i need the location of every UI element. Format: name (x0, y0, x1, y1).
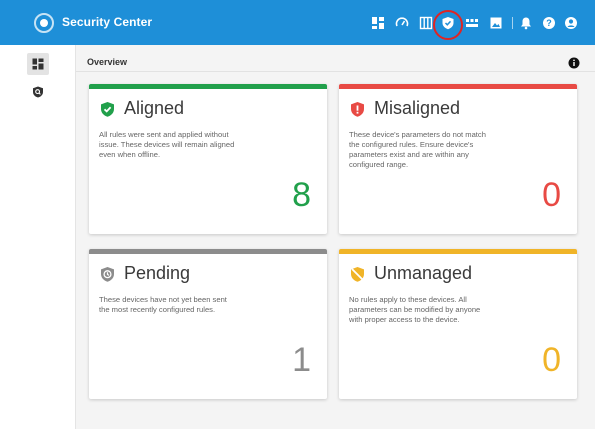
card-title: Misaligned (374, 98, 461, 118)
shield-off-icon (351, 267, 364, 282)
card-status-bar (89, 249, 327, 254)
shield-alert-icon (351, 102, 364, 117)
card-count: 0 (542, 176, 561, 214)
sidebar (0, 45, 76, 429)
card-title: Unmanaged (374, 263, 473, 283)
card-status-bar (339, 84, 577, 89)
gauge-icon[interactable] (394, 15, 410, 31)
card-unmanaged[interactable]: Unmanaged No rules apply to these device… (339, 249, 577, 399)
svg-text:?: ? (546, 18, 552, 28)
top-bar: Security Center ? (0, 0, 595, 45)
devices-icon[interactable] (464, 15, 480, 31)
card-status-bar (89, 84, 327, 89)
card-count: 1 (292, 341, 311, 379)
card-description: These device's parameters do not match t… (349, 130, 486, 169)
card-title: Pending (124, 263, 191, 283)
card-description: These devices have not yet been sent the… (99, 295, 227, 314)
header-divider (76, 71, 595, 72)
shield-clock-icon (101, 267, 114, 282)
toolbar-separator (512, 17, 513, 29)
account-icon[interactable] (563, 15, 579, 31)
shield-check-icon (101, 102, 114, 117)
card-count: 0 (542, 341, 561, 379)
app-window: Security Center ? Overview Aligned All r… (0, 0, 595, 429)
card-description: No rules apply to these devices. All par… (349, 295, 481, 324)
card-count: 8 (292, 176, 311, 214)
card-aligned[interactable]: Aligned All rules were sent and applied … (89, 84, 327, 234)
logo-icon (34, 13, 54, 33)
shield-icon[interactable] (440, 15, 456, 31)
bell-icon[interactable] (518, 15, 534, 31)
image-icon[interactable] (488, 15, 504, 31)
dashboard-icon[interactable] (370, 15, 386, 31)
card-title: Aligned (124, 98, 185, 118)
columns-icon[interactable] (418, 15, 434, 31)
help-icon[interactable]: ? (541, 15, 557, 31)
info-icon[interactable] (568, 57, 580, 69)
sidebar-item-security[interactable] (27, 81, 49, 103)
card-status-bar (339, 249, 577, 254)
sidebar-item-dashboard[interactable] (27, 53, 49, 75)
card-misaligned[interactable]: Misaligned These device's parameters do … (339, 84, 577, 234)
security-search-icon (33, 86, 43, 98)
dashboard-icon (32, 58, 44, 70)
app-title: Security Center (62, 15, 153, 29)
card-pending[interactable]: Pending These devices have not yet been … (89, 249, 327, 399)
card-description: All rules were sent and applied without … (99, 130, 235, 159)
page-title: Overview (87, 57, 128, 67)
